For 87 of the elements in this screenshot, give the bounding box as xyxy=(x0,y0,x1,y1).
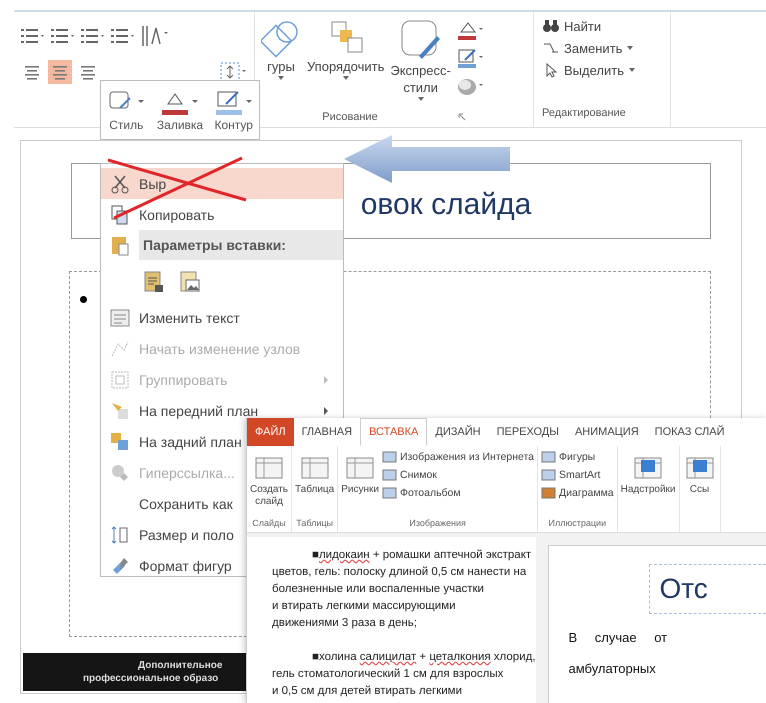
text-line: гель стоматологический 1 см для взрослых xyxy=(272,667,504,682)
text-line: ■холина салицилат + цеталкония хлорид, xyxy=(311,650,536,665)
picture-frame-icon xyxy=(382,450,398,464)
ribbon-tab[interactable]: ДИЗАЙН xyxy=(427,418,489,446)
toolbar-button[interactable]: Контур xyxy=(214,88,254,132)
ribbon-button[interactable]: Заменить xyxy=(542,40,662,56)
footer-text: профессиональное образо xyxy=(83,672,218,685)
ribbon-button[interactable]: Снимок xyxy=(382,468,534,482)
paste-text-icon[interactable] xyxy=(143,269,165,293)
title-placeholder[interactable]: Отс xyxy=(648,564,766,614)
align-icon[interactable] xyxy=(48,60,72,84)
bullet-dot xyxy=(80,296,87,303)
menu-item[interactable]: На задний план xyxy=(101,426,245,457)
dialog-launcher-icon[interactable] xyxy=(458,113,466,121)
text-line: болезненные или воспаленные участки xyxy=(272,582,485,597)
ribbon-button[interactable]: Ссы xyxy=(682,450,717,532)
text-line: и втирать легкими массирующими xyxy=(272,599,457,614)
text-line: ■лидокаин + ромашки аптечной экстракт xyxy=(311,548,532,563)
caret-icon xyxy=(628,67,636,73)
list-icon[interactable] xyxy=(110,27,136,45)
ribbon-tab[interactable]: ПОКАЗ СЛАЙ xyxy=(646,418,732,446)
ribbon-button[interactable]: Найти xyxy=(542,18,662,34)
text-direction-icon[interactable] xyxy=(140,24,170,48)
ribbon-button[interactable]: Создать слайд xyxy=(250,450,288,518)
group-label: Иллюстрации xyxy=(548,518,606,530)
caret-icon xyxy=(416,96,425,102)
text-box-icon xyxy=(110,308,130,326)
ribbon-tab[interactable]: ФАЙЛ xyxy=(247,418,294,446)
nodes-icon xyxy=(110,340,130,358)
slide-title: овок слайда xyxy=(360,188,532,222)
ribbon-button[interactable]: гуры xyxy=(259,18,303,107)
menu-item[interactable]: Сохранить как xyxy=(101,488,245,519)
group-icon xyxy=(110,370,130,390)
ribbon-button[interactable]: SmartArt xyxy=(541,468,614,482)
caret-icon xyxy=(277,75,285,81)
slide-text: амбулаторных xyxy=(568,661,657,676)
picture-frame-icon xyxy=(541,450,558,464)
submenu-arrow-icon xyxy=(323,406,329,416)
submenu-arrow-icon xyxy=(323,374,329,384)
bring-front-icon xyxy=(110,400,130,420)
footer-text: Дополнительное xyxy=(138,659,222,672)
menu-item[interactable]: Размер и поло xyxy=(101,519,245,550)
ribbon-button[interactable]: Упорядочить xyxy=(305,18,386,107)
group-label: Редактирование xyxy=(542,107,627,121)
menu-item[interactable]: Изменить текст xyxy=(101,302,343,333)
scissors-icon xyxy=(111,174,129,194)
ribbon-tab[interactable]: ВСТАВКА xyxy=(360,418,428,446)
caret-icon xyxy=(626,45,634,51)
picture-frame-icon xyxy=(382,468,398,482)
clipboard-icon xyxy=(110,234,130,256)
group-label: Рисование xyxy=(322,111,378,123)
ribbon-button[interactable]: Изображения из Интернета xyxy=(382,450,534,464)
list-icon[interactable] xyxy=(50,27,76,45)
group-label: Изображения xyxy=(409,518,466,530)
list-icon[interactable] xyxy=(20,27,46,45)
menu-header: Параметры вставки: xyxy=(139,230,343,260)
send-back-icon xyxy=(110,432,130,452)
slide-text: В случае от xyxy=(568,630,668,645)
picture-frame-icon xyxy=(541,468,558,482)
ribbon-button[interactable]: Экспресс- стили xyxy=(388,18,453,107)
caret-icon xyxy=(342,75,350,81)
picture-frame-icon xyxy=(541,486,558,500)
ribbon-button[interactable]: Фигуры xyxy=(541,450,614,464)
ribbon-button[interactable]: Фотоальбом xyxy=(382,486,534,500)
text-line: движениями 3 раза в день; xyxy=(272,616,418,631)
menu-item[interactable]: Копировать xyxy=(101,199,343,230)
ribbon-button[interactable]: Диаграмма xyxy=(541,486,614,500)
size-icon xyxy=(110,524,130,544)
menu-item[interactable]: Выр xyxy=(101,168,343,199)
group-label: Таблицы xyxy=(296,518,333,530)
ribbon-tab[interactable]: ПЕРЕХОДЫ xyxy=(488,418,567,446)
ribbon-tab[interactable]: АНИМАЦИЯ xyxy=(566,418,647,446)
paste-picture-icon[interactable] xyxy=(179,269,201,293)
copy-icon xyxy=(111,204,129,224)
list-icon[interactable] xyxy=(80,27,106,45)
toolbar-button[interactable]: Стиль xyxy=(106,88,146,132)
group-label: Слайды xyxy=(252,518,286,530)
ribbon-button[interactable]: Таблица xyxy=(295,450,334,518)
ribbon-button[interactable]: Надстройки xyxy=(620,450,676,532)
ribbon-button[interactable]: Рисунки xyxy=(341,450,379,518)
menu-item[interactable]: Формат фигур xyxy=(101,550,245,581)
text-line: цветов, гель: полоску длиной 0,5 см нанести на xyxy=(272,565,528,580)
binoculars-icon xyxy=(542,18,560,34)
text-line: и 0,5 см для детей втирать легкими xyxy=(272,684,463,699)
toolbar-button[interactable]: Заливка xyxy=(156,88,204,132)
picture-frame-icon xyxy=(382,486,398,500)
ribbon-button[interactable]: Выделить xyxy=(542,62,662,78)
